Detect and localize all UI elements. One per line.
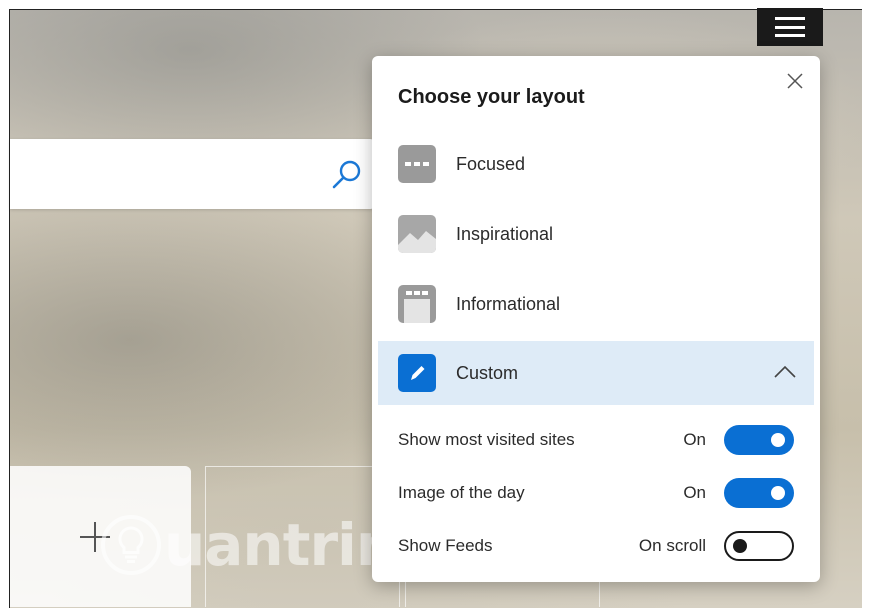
setting-label: Image of the day xyxy=(398,483,525,502)
setting-row-most-visited: Show most visited sites On xyxy=(398,422,794,458)
layout-option-label: Informational xyxy=(456,293,561,314)
search-icon[interactable] xyxy=(328,157,364,193)
pencil-icon xyxy=(398,354,436,392)
layout-option-label: Inspirational xyxy=(456,223,554,244)
setting-row-image-of-day: Image of the day On xyxy=(398,475,794,511)
layout-option-informational[interactable]: Informational xyxy=(372,272,814,336)
layout-panel: Choose your layout Focused Inspirational… xyxy=(372,56,820,582)
chevron-up-icon[interactable] xyxy=(774,365,796,379)
layout-option-label: Custom xyxy=(456,362,519,383)
layout-option-focused[interactable]: Focused xyxy=(372,132,814,196)
setting-row-show-feeds: Show Feeds On scroll xyxy=(398,528,794,564)
close-icon[interactable] xyxy=(786,72,804,90)
inspirational-layout-icon xyxy=(398,215,436,253)
informational-layout-icon xyxy=(398,285,436,323)
setting-state: On scroll xyxy=(638,536,706,555)
panel-title: Choose your layout xyxy=(398,86,585,108)
setting-state: On xyxy=(683,430,706,449)
layout-option-inspirational[interactable]: Inspirational xyxy=(372,202,814,266)
search-box[interactable] xyxy=(10,139,376,209)
layout-option-label: Focused xyxy=(456,153,526,174)
setting-label: Show most visited sites xyxy=(398,430,575,449)
show-feeds-toggle[interactable] xyxy=(724,531,794,561)
site-tile-placeholder xyxy=(205,466,400,607)
focused-layout-icon xyxy=(398,145,436,183)
setting-label: Show Feeds xyxy=(398,536,493,555)
most-visited-toggle[interactable] xyxy=(724,425,794,455)
setting-state: On xyxy=(683,483,706,502)
layout-option-custom[interactable]: Custom xyxy=(378,341,814,405)
plus-icon[interactable] xyxy=(78,520,112,554)
hamburger-icon xyxy=(775,17,805,37)
image-of-day-toggle[interactable] xyxy=(724,478,794,508)
page-settings-button[interactable] xyxy=(757,8,823,46)
